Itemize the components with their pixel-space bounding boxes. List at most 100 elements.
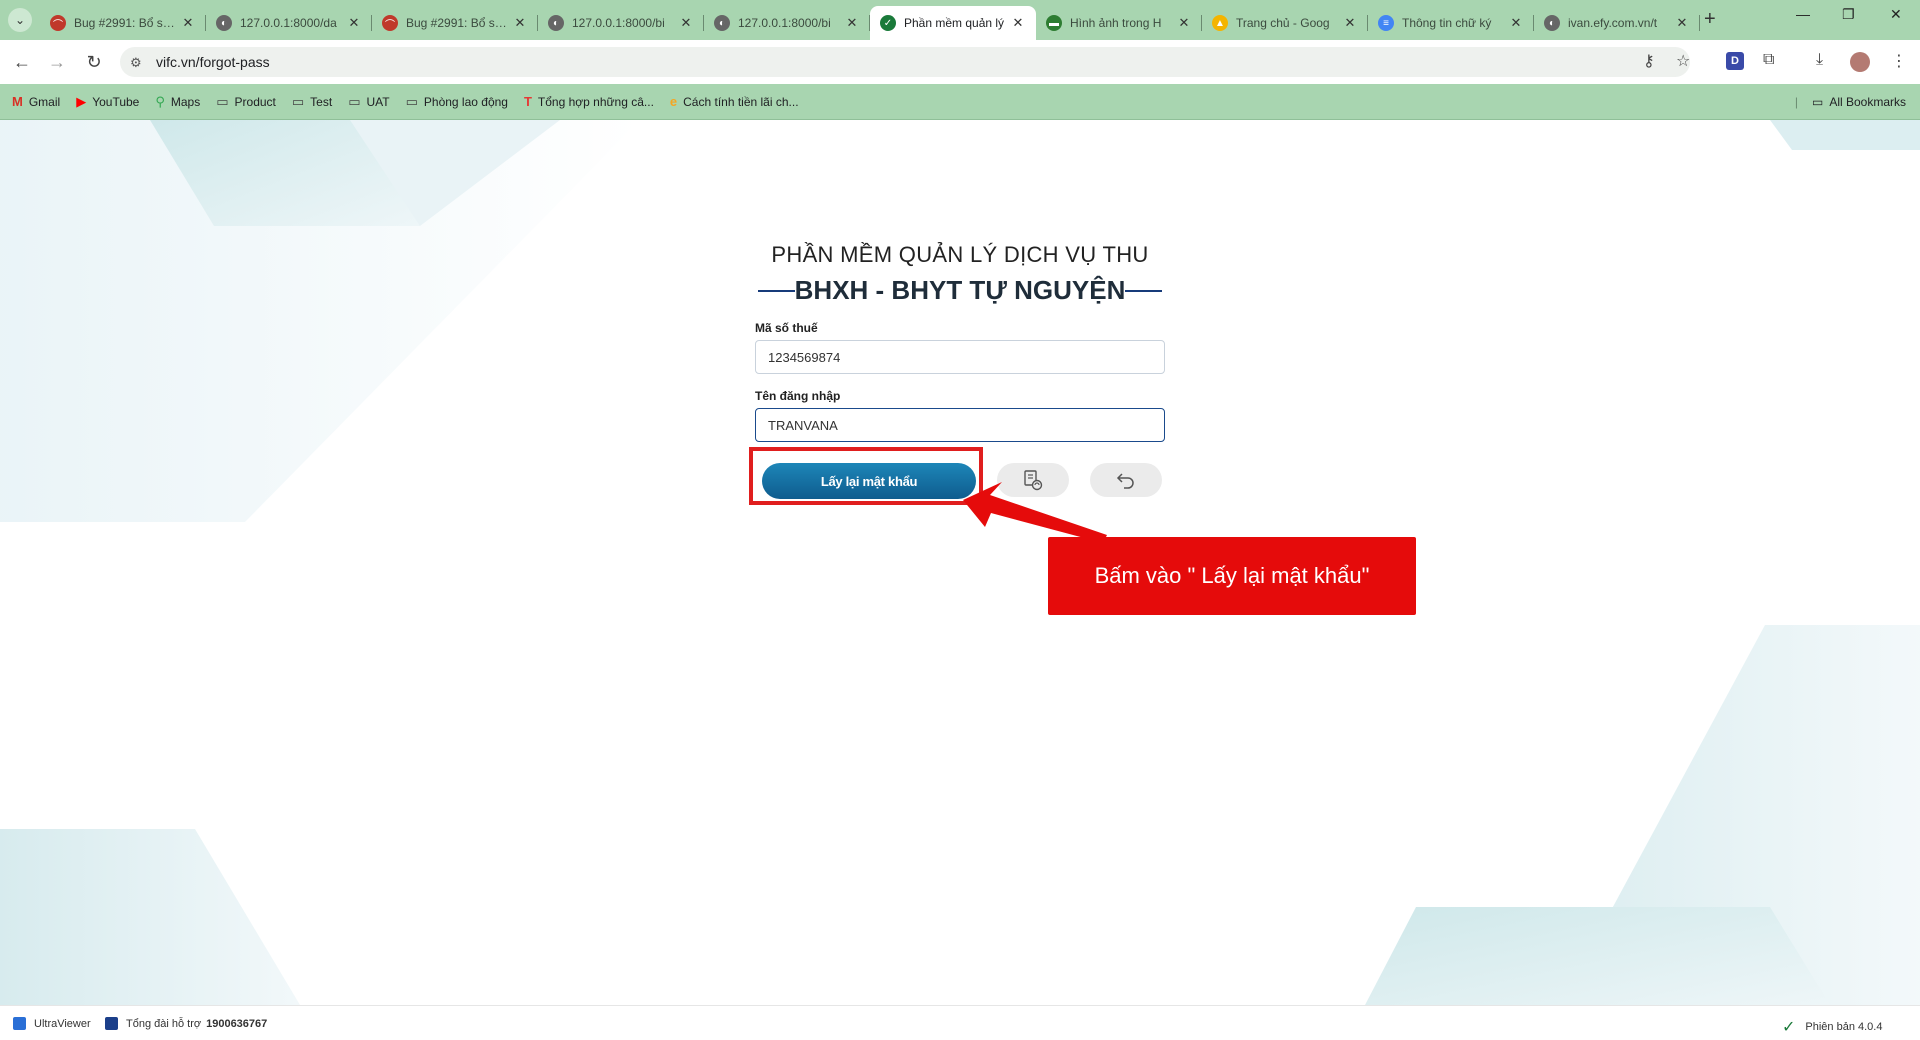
separator: | (1794, 95, 1798, 109)
ultraviewer-link[interactable]: UltraViewer (13, 1017, 91, 1030)
bookmark-item[interactable]: ▶ YouTube (76, 94, 139, 110)
bookmark-label: Test (310, 94, 333, 109)
username-value: TRANVANA (768, 417, 838, 433)
bookmark-label: UAT (366, 94, 390, 109)
tax-code-input[interactable]: 1234569874 (755, 340, 1165, 374)
tab-close-icon[interactable]: ✕ (1674, 15, 1690, 31)
browser-tab[interactable]: ✓ Phần mềm quản lý ✕ (870, 6, 1036, 40)
app-title-line2-wrap: BHXH - BHYT TỰ NGUYỆN (758, 275, 1162, 306)
tab-close-icon[interactable]: ✕ (678, 15, 694, 31)
hotline-label: Tổng đài hỗ trợ (126, 1017, 202, 1030)
browser-tab[interactable]: ⌒ Bug #2991: Bổ sung ✕ (40, 6, 206, 40)
bookmark-label: Phòng lao động (423, 94, 508, 109)
tab-favicon-icon: ◐ (1544, 15, 1560, 31)
browser-menu-icon[interactable]: ⋮ (1891, 51, 1907, 71)
browser-tab[interactable]: ◐ ivan.efy.com.vn/t ✕ (1534, 6, 1700, 40)
hotline-number: 1900636767 (206, 1017, 268, 1030)
tab-favicon-icon: ▲ (1212, 15, 1228, 31)
tab-close-icon[interactable]: ✕ (512, 15, 528, 31)
browser-tab[interactable]: ⌒ Bug #2991: Bổ sung ✕ (372, 6, 538, 40)
tab-close-icon[interactable]: ✕ (1342, 15, 1358, 31)
tab-favicon-icon: ◐ (548, 15, 564, 31)
tab-title: 127.0.0.1:8000/bi (572, 16, 665, 30)
address-bar[interactable]: vifc.vn/forgot-pass (120, 47, 1690, 77)
folder-icon: ▭ (405, 93, 418, 109)
bookmark-item[interactable]: e Cách tính tiền lãi ch... (670, 94, 799, 109)
tab-favicon-icon: ✓ (880, 15, 896, 31)
tab-strip: ⌄ ⌒ Bug #2991: Bổ sung ✕ ◐ 127.0.0.1:8000/da… (0, 0, 1920, 40)
password-key-icon[interactable]: ⚷ (1643, 51, 1655, 71)
maps-icon: ⚲ (155, 93, 165, 109)
new-tab-button[interactable]: + (1704, 8, 1716, 31)
back-icon[interactable]: ← (10, 50, 34, 74)
tax-code-value: 1234569874 (768, 349, 841, 365)
username-input[interactable]: TRANVANA (755, 408, 1165, 442)
browser-tab[interactable]: ▬ Hình ảnh trong H ✕ (1036, 6, 1202, 40)
site-info-icon[interactable]: ⚙ (130, 55, 142, 71)
tab-title: Bug #2991: Bổ sung (406, 16, 512, 30)
tab-close-icon[interactable]: ✕ (844, 15, 860, 31)
bookmark-item[interactable]: ▭ Product (216, 94, 276, 110)
extensions-puzzle-icon[interactable]: ⧉ (1763, 51, 1774, 69)
bookmark-item[interactable]: ⚲ Maps (155, 94, 200, 110)
tab-favicon-icon: ⌒ (50, 15, 66, 31)
reload-icon[interactable]: ↻ (82, 50, 106, 74)
forgot-password-page: PHẦN MỀM QUẢN LÝ DỊCH VỤ THU BHXH - BHYT… (0, 120, 1920, 1005)
bookmark-label: Tổng hợp những câ... (537, 94, 654, 109)
tab-title: Hình ảnh trong H (1070, 16, 1162, 30)
tab-title: 127.0.0.1:8000/da (240, 16, 337, 30)
back-button[interactable] (1090, 463, 1162, 497)
document-refresh-icon (1024, 470, 1043, 491)
tab-favicon-icon: ◐ (216, 15, 232, 31)
app-logo-icon: ✓ (1782, 1019, 1796, 1036)
gmail-icon: M (12, 94, 23, 109)
download-icon[interactable]: ⤓ (1816, 51, 1823, 69)
profile-avatar[interactable] (1850, 52, 1870, 72)
tab-search-button[interactable]: ⌄ (8, 8, 32, 32)
highlight-box (749, 447, 983, 505)
bookmark-star-icon[interactable]: ☆ (1676, 51, 1690, 71)
refresh-form-button[interactable] (997, 463, 1069, 497)
title-underline-left (758, 289, 795, 292)
tab-title: Bug #2991: Bổ sung (74, 16, 180, 30)
undo-arrow-icon (1116, 473, 1134, 489)
bookmark-label: Maps (170, 94, 201, 109)
tab-title: Trang chủ - Goog (1236, 16, 1330, 30)
bookmark-item[interactable]: ▭ UAT (348, 94, 389, 110)
close-window-icon[interactable]: ✕ (1890, 6, 1902, 23)
restore-icon[interactable]: ❐ (1842, 6, 1855, 23)
tab-title: ivan.efy.com.vn/t (1568, 16, 1658, 30)
tab-close-icon[interactable]: ✕ (180, 15, 196, 31)
tab-close-icon[interactable]: ✕ (1508, 15, 1524, 31)
folder-icon: ▭ (216, 93, 229, 109)
tab-close-icon[interactable]: ✕ (1010, 15, 1026, 31)
all-bookmarks-button[interactable]: | ▭ All Bookmarks (1795, 84, 1906, 120)
folder-icon: ▭ (1811, 95, 1824, 109)
bookmark-label: YouTube (92, 94, 140, 109)
tab-title: 127.0.0.1:8000/bi (738, 16, 831, 30)
bookmark-item[interactable]: ▭ Test (292, 94, 332, 110)
browser-tab[interactable]: ▲ Trang chủ - Goog ✕ (1202, 6, 1368, 40)
browser-tab[interactable]: ◐ 127.0.0.1:8000/bi ✕ (704, 6, 870, 40)
minimize-icon[interactable]: — (1796, 6, 1810, 22)
bookmark-item[interactable]: M Gmail (12, 94, 60, 109)
browser-tab[interactable]: ◐ 127.0.0.1:8000/bi ✕ (538, 6, 704, 40)
tab-close-icon[interactable]: ✕ (346, 15, 362, 31)
ultraviewer-icon (13, 1017, 26, 1030)
bookmark-label: Cách tính tiền lãi ch... (683, 94, 799, 109)
bookmark-item[interactable]: ▭ Phòng lao động (406, 94, 508, 110)
tab-favicon-icon: ≡ (1378, 15, 1394, 31)
site-icon: T (523, 94, 532, 109)
forward-icon[interactable]: → (45, 50, 69, 74)
ultraviewer-label: UltraViewer (34, 1017, 91, 1030)
browser-tab[interactable]: ≡ Thông tin chữ ký ✕ (1368, 6, 1534, 40)
extension-d-icon[interactable]: D (1726, 52, 1744, 70)
hotline: Tổng đài hỗ trợ 1900636767 (105, 1017, 267, 1030)
bookmark-item[interactable]: T Tổng hợp những câ... (524, 94, 654, 109)
tab-favicon-icon: ▬ (1046, 15, 1062, 31)
tab-close-icon[interactable]: ✕ (1176, 15, 1192, 31)
status-bar: UltraViewer Tổng đài hỗ trợ 1900636767 ✓… (0, 1005, 1920, 1040)
bookmark-label: Product (234, 94, 276, 109)
tab-favicon-icon: ⌒ (382, 15, 398, 31)
browser-tab[interactable]: ◐ 127.0.0.1:8000/da ✕ (206, 6, 372, 40)
